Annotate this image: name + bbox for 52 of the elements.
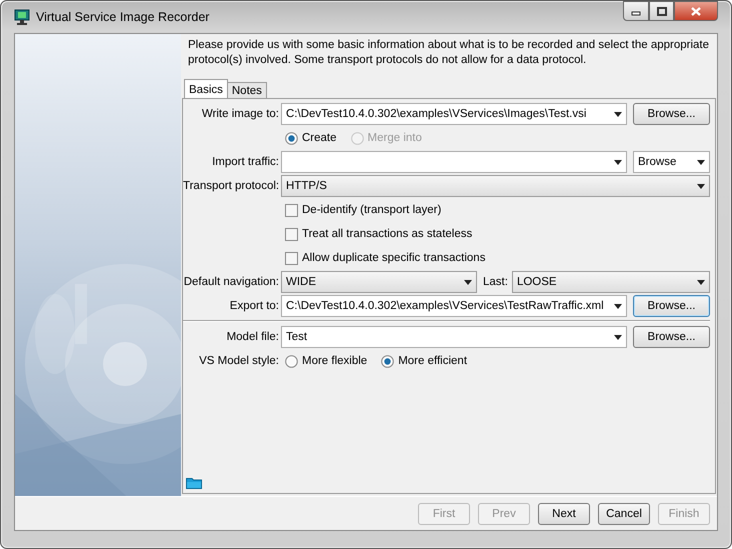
caret-icon [696,280,705,284]
browse-button[interactable]: Browse... [633,326,710,348]
wizard-button[interactable]: Cancel [598,502,650,524]
caret-icon [464,280,472,284]
close-button[interactable] [674,1,718,21]
checkbox-icon [285,204,298,216]
maximize-icon [656,6,666,16]
browse-dropdown[interactable]: Browse [633,151,710,173]
caret-icon [697,160,705,164]
browse-button[interactable]: Browse... [633,103,710,125]
combo-box[interactable]: Test [281,326,627,348]
combo-box[interactable]: C:\DevTest10.4.0.302\examples\VServices\TestRawTraffic.xml [281,295,627,317]
caret-icon [614,112,622,116]
checkbox[interactable]: Treat all transactions as stateless [285,228,472,240]
maximize-button[interactable] [649,1,674,21]
window-title: Virtual Service Image Recorder [36,10,210,24]
minimize-button[interactable] [623,1,649,21]
field-label: Default navigation: [183,276,280,288]
field-label: Write image to: [200,108,280,120]
field-label: Import traffic: [211,156,280,168]
dropdown[interactable]: LOOSE [512,271,710,293]
caret-icon [614,304,622,308]
caret-icon [614,334,622,340]
radio-button[interactable]: More flexible [285,354,368,368]
radio-button[interactable]: More efficient [381,354,468,368]
radio-icon [381,354,394,368]
tab[interactable]: Basics [184,79,228,98]
radio-icon [285,132,298,144]
tab[interactable]: Notes [226,82,267,98]
combo-box[interactable]: C:\DevTest10.4.0.302\examples\VServices\Images\Test.vsi [281,103,627,125]
field-label: Last: [483,276,508,288]
radio-icon [350,132,364,144]
field-label: VS Model style: [198,355,280,367]
caret-icon [614,160,622,164]
dropdown[interactable]: WIDE [281,271,477,293]
close-icon [691,6,701,16]
checkbox[interactable]: De-identify (transport layer) [285,204,442,216]
checkbox-icon [285,252,298,264]
dropdown[interactable]: HTTP/S [281,175,710,197]
radio-button[interactable]: Create [285,132,337,144]
browse-button[interactable]: Browse... [633,295,710,317]
checkbox[interactable]: Allow duplicate specific transactions [285,252,486,264]
wizard-button[interactable]: Next [538,502,590,524]
monitor-icon [14,9,30,25]
radio-icon [285,354,298,368]
caret-icon [697,184,705,188]
field-label: Model file: [226,331,280,343]
instruction-text: Please provide us with some basic information about what is to be recorded and select the appropriate protocol(s) involved. Some transport protocols do not allow for a data protocol. [188,38,710,68]
field-label: Export to: [228,300,280,312]
field-label: Transport protocol: [183,180,280,192]
folder-icon [186,477,202,489]
checkbox-icon [285,228,298,240]
